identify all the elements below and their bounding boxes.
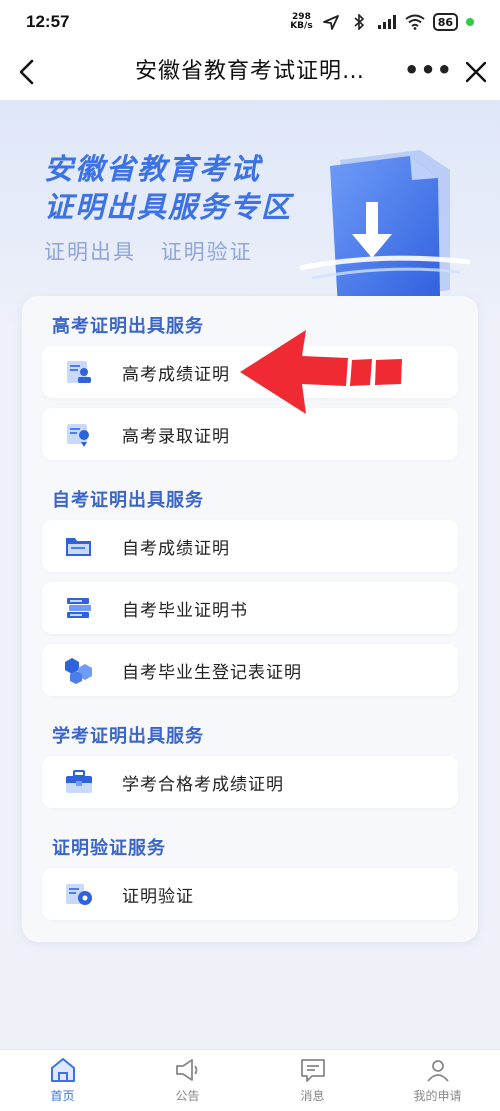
hero-title: 安徽省教育考试 证明出具服务专区 xyxy=(44,150,292,226)
service-item-zikao-score[interactable]: 自考成绩证明 xyxy=(42,520,458,572)
tab-messages[interactable]: 消息 xyxy=(250,1050,375,1111)
admission-doc-icon xyxy=(67,424,89,447)
hero-subtitle: 证明出具 证明验证 xyxy=(44,236,253,266)
megaphone-icon xyxy=(175,1059,197,1081)
tab-label: 公告 xyxy=(175,1089,200,1103)
service-item-verify[interactable]: 证明验证 xyxy=(42,868,458,920)
status-time: 12:57 xyxy=(26,12,70,31)
privacy-dot xyxy=(466,18,474,26)
service-item-zikao-diploma[interactable]: 自考毕业证明书 xyxy=(42,582,458,634)
message-icon xyxy=(300,1059,325,1082)
folder-icon xyxy=(66,538,91,556)
bottom-tab-bar: 首页 公告 消息 我的申请 xyxy=(0,1049,500,1111)
network-speed-unit: KB/s xyxy=(290,21,313,31)
service-item-label: 高考录取证明 xyxy=(122,426,230,447)
service-item-label: 自考毕业生登记表证明 xyxy=(122,662,302,683)
user-icon xyxy=(426,1060,449,1082)
service-item-label: 证明验证 xyxy=(122,886,194,907)
verify-gear-icon xyxy=(66,884,92,905)
tab-label: 消息 xyxy=(300,1089,325,1103)
section-title-verify: 证明验证服务 xyxy=(52,838,166,859)
status-bar: 12:57 298 KB/s 86 xyxy=(0,0,500,44)
hero-sub-issue: 证明出具 xyxy=(44,240,136,264)
hero-title-line1: 安徽省教育考试 xyxy=(44,152,262,186)
section-title-zikao: 自考证明出具服务 xyxy=(52,490,204,511)
close-icon[interactable] xyxy=(462,58,490,86)
tab-label: 首页 xyxy=(50,1089,75,1103)
hero-sub-verify: 证明验证 xyxy=(160,240,253,264)
battery-indicator: 86 xyxy=(432,13,458,31)
service-item-zikao-registration[interactable]: 自考毕业生登记表证明 xyxy=(42,644,458,696)
more-button[interactable]: ••• xyxy=(404,56,452,88)
tab-announcements[interactable]: 公告 xyxy=(125,1050,250,1111)
briefcase-icon xyxy=(66,770,92,793)
bluetooth-icon xyxy=(354,14,364,30)
section-title-xuekao: 学考证明出具服务 xyxy=(52,726,204,747)
tab-my-applications[interactable]: 我的申请 xyxy=(375,1050,500,1111)
location-icon xyxy=(322,15,339,30)
service-item-label: 高考成绩证明 xyxy=(122,364,230,385)
score-doc-icon xyxy=(67,361,91,383)
service-item-xuekao-score[interactable]: 学考合格考成绩证明 xyxy=(42,756,458,808)
tab-home[interactable]: 首页 xyxy=(0,1050,125,1111)
service-item-label: 学考合格考成绩证明 xyxy=(122,774,284,795)
service-item-label: 自考成绩证明 xyxy=(122,538,230,559)
document-download-illustration xyxy=(300,150,470,308)
home-icon xyxy=(50,1058,75,1082)
service-item-label: 自考毕业证明书 xyxy=(122,600,248,621)
hero-title-line2: 证明出具服务专区 xyxy=(44,190,293,224)
tab-label: 我的申请 xyxy=(413,1089,462,1103)
section-title-gaokao: 高考证明出具服务 xyxy=(52,316,204,337)
books-icon xyxy=(67,598,91,618)
signal-icon xyxy=(377,15,396,29)
wifi-icon xyxy=(405,14,425,30)
nav-bar: 安徽省教育考试证明… ••• xyxy=(0,44,500,100)
status-icons: 298 KB/s 86 xyxy=(290,13,474,31)
network-speed: 298 KB/s xyxy=(290,13,312,31)
red-arrow-annotation xyxy=(240,330,402,414)
cubes-icon xyxy=(65,658,92,684)
battery-level: 86 xyxy=(437,15,453,29)
back-icon[interactable] xyxy=(14,58,42,86)
